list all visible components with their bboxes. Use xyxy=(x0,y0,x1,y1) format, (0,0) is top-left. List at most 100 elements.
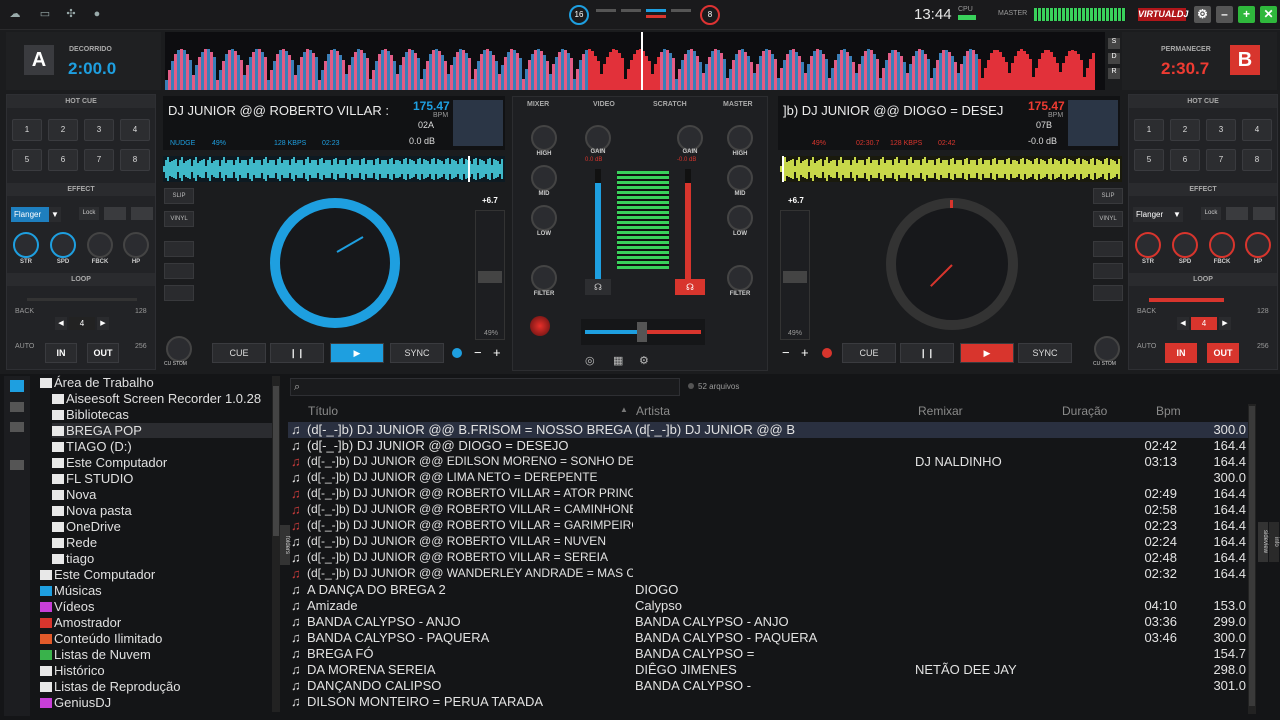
deck-b-fx-knob-spd[interactable] xyxy=(1172,232,1198,258)
rec-button[interactable] xyxy=(530,316,550,336)
deck-b-hotcue-2[interactable]: 2 xyxy=(1170,119,1200,141)
record-icon[interactable]: ● xyxy=(90,8,104,20)
tree-item[interactable]: Rede xyxy=(52,535,97,550)
search-input[interactable] xyxy=(307,379,677,395)
deck-a-hotcue-3[interactable]: 3 xyxy=(84,119,114,141)
tree-item[interactable]: Vídeos xyxy=(40,599,94,614)
deck-b-hotcue-4[interactable]: 4 xyxy=(1242,119,1272,141)
table-row[interactable]: ♫ BANDA CALYPSO - PAQUERA BANDA CALYPSO - … xyxy=(288,630,1250,646)
tree-item[interactable]: BREGA POP xyxy=(52,423,272,438)
deck-a-key[interactable]: 02A xyxy=(418,120,434,130)
table-row[interactable]: ♫ (d[-_-]b) DJ JUNIOR @@ ROBERTO VILLAR =… xyxy=(288,502,1250,518)
deck-b-fx-knob-fbck[interactable] xyxy=(1209,232,1235,258)
tree-item[interactable]: Conteúdo Ilimitado xyxy=(40,631,162,646)
deck-b-jog-wheel[interactable] xyxy=(886,198,1018,330)
deck-a-vinyl-button[interactable]: VINYL xyxy=(164,211,194,227)
tree-item[interactable]: Nova pasta xyxy=(52,503,132,518)
volume-fader-a[interactable] xyxy=(595,169,601,279)
table-row[interactable]: ♫ Amizade Calypso 04:10 153.0 xyxy=(288,598,1250,614)
tree-item[interactable]: FL STUDIO xyxy=(52,471,133,486)
table-row[interactable]: ♫ (d[-_-]b) DJ JUNIOR @@ ROBERTO VILLAR =… xyxy=(288,486,1250,502)
deck-b-fx-slot-2[interactable] xyxy=(1253,207,1275,220)
tree-item[interactable]: Listas de Reprodução xyxy=(40,679,180,694)
mixer-grid-icon[interactable]: ▦ xyxy=(613,354,623,367)
table-row[interactable]: ♫ A DANÇA DO BREGA 2 DIOGO xyxy=(288,582,1250,598)
volume-fader-b[interactable] xyxy=(685,169,691,279)
deck-a-effect-select[interactable]: Flanger xyxy=(11,207,49,222)
deck-left-sync-circle[interactable]: 16 xyxy=(569,5,589,25)
deck-b-play-button[interactable]: ▶ xyxy=(960,343,1014,363)
tree-item[interactable]: Área de Trabalho xyxy=(40,375,154,390)
master-tab[interactable]: MASTER xyxy=(723,97,753,112)
table-row[interactable]: ♫ (d[-_-]b) DJ JUNIOR @@ EDILSON MORENO =… xyxy=(288,454,1250,470)
deck-b-hotcue-8[interactable]: 8 xyxy=(1242,149,1272,171)
table-row[interactable]: ♫ DA MORENA SEREIA DIÊGO JIMENES NETÃO DEE … xyxy=(288,662,1250,678)
deck-a-loop-prev-icon[interactable]: ◀ xyxy=(55,317,67,330)
deck-a-pad-2[interactable] xyxy=(164,263,194,279)
deck-a-loop-out-button[interactable]: OUT xyxy=(87,343,119,363)
track-list[interactable]: ♫ (d[-_-]b) DJ JUNIOR @@ B.FRISOM = NOSSO… xyxy=(288,402,1256,720)
deck-b-pad-2[interactable] xyxy=(1093,263,1123,279)
filter-b-knob[interactable] xyxy=(727,265,753,291)
deck-b-hotcue-5[interactable]: 5 xyxy=(1134,149,1164,171)
deck-a-scrolling-waveform[interactable] xyxy=(163,156,505,182)
deck-a-sync-button[interactable]: SYNC xyxy=(390,343,444,363)
deck-a-letter[interactable]: A xyxy=(24,45,54,75)
deck-a-jog-wheel[interactable] xyxy=(270,198,400,328)
video-tab[interactable]: VIDEO xyxy=(593,97,615,112)
deck-b-hotcue-3[interactable]: 3 xyxy=(1206,119,1236,141)
deck-a-fx-knob-str[interactable] xyxy=(13,232,39,258)
deck-b-custom-knob[interactable] xyxy=(1094,336,1120,362)
close-icon[interactable]: ✕ xyxy=(1260,6,1277,23)
deck-a-hotcue-6[interactable]: 6 xyxy=(48,149,78,171)
deck-a-time[interactable]: 2:00.0 xyxy=(68,59,116,79)
waveform-overview[interactable] xyxy=(165,32,1105,90)
deck-a-play-button[interactable]: ▶ xyxy=(330,343,384,363)
sideview-tab[interactable]: sideview xyxy=(1258,522,1268,562)
deck-b-slip-button[interactable]: SLIP xyxy=(1093,188,1123,204)
tree-item[interactable]: Amostrador xyxy=(40,615,121,630)
deck-b-fx-slot-1[interactable] xyxy=(1226,207,1248,220)
table-row[interactable]: ♫ (d[-_-]b) DJ JUNIOR @@ LIMA NETO = DERE… xyxy=(288,470,1250,486)
deck-a-lock-button[interactable]: Lock xyxy=(79,207,99,220)
deck-b-bpm[interactable]: 175.47 xyxy=(1028,99,1065,113)
deck-b-pad-1[interactable] xyxy=(1093,241,1123,257)
tree-item[interactable]: Nova xyxy=(52,487,96,502)
deck-a-fx-knob-spd[interactable] xyxy=(50,232,76,258)
table-row[interactable]: ♫ (d[-_-]b) DJ JUNIOR @@ ROBERTO VILLAR =… xyxy=(288,550,1250,566)
eq-a-low-knob[interactable] xyxy=(531,205,557,231)
deck-a-fx-knob-hp[interactable] xyxy=(123,232,149,258)
deck-a-hotcue-4[interactable]: 4 xyxy=(120,119,150,141)
deck-a-cue-button[interactable]: CUE xyxy=(212,343,266,363)
search-box[interactable]: ⌕ xyxy=(290,378,680,396)
tree-item[interactable]: Aiseesoft Screen Recorder 1.0.28 xyxy=(52,391,261,406)
network-icon[interactable]: ✣ xyxy=(64,8,78,20)
deck-b-time[interactable]: 2:30.7 xyxy=(1161,59,1209,79)
tree-scrollbar[interactable] xyxy=(272,376,280,712)
deck-b-hotcue-6[interactable]: 6 xyxy=(1170,149,1200,171)
deck-b-effect-select[interactable]: Flanger xyxy=(1133,207,1171,222)
deck-b-fx-knob-str[interactable] xyxy=(1135,232,1161,258)
mixer-rec-icon[interactable]: ◎ xyxy=(585,354,595,367)
deck-b-letter[interactable]: B xyxy=(1230,45,1260,75)
deck-b-effect-dropdown-icon[interactable]: ▼ xyxy=(1171,207,1183,222)
deck-a-hotcue-5[interactable]: 5 xyxy=(12,149,42,171)
deck-a-slip-button[interactable]: SLIP xyxy=(164,188,194,204)
deck-a-loop-in-button[interactable]: IN xyxy=(45,343,77,363)
table-row[interactable]: ♫ DANÇANDO CALIPSO BANDA CALYPSO - 301.0 xyxy=(288,678,1250,694)
deck-b-pad-3[interactable] xyxy=(1093,285,1123,301)
gain-a-knob[interactable] xyxy=(585,125,611,151)
tree-item[interactable]: OneDrive xyxy=(52,519,121,534)
maximize-icon[interactable]: + xyxy=(1238,6,1255,23)
deck-a-hotcue-1[interactable]: 1 xyxy=(12,119,42,141)
info-tab[interactable]: info xyxy=(1269,522,1279,562)
deck-a-hotcue-7[interactable]: 7 xyxy=(84,149,114,171)
deck-a-fx-slot-1[interactable] xyxy=(104,207,126,220)
settings-icon[interactable]: ⚙ xyxy=(1194,6,1211,23)
eq-a-mid-knob[interactable] xyxy=(531,165,557,191)
deck-b-loop-next-icon[interactable]: ▶ xyxy=(1219,317,1231,330)
table-row[interactable]: ♫ (d[-_-]b) DJ JUNIOR @@ DIOGO = DESEJO 02… xyxy=(288,438,1250,454)
deck-a-pitch-plus-icon[interactable]: + xyxy=(493,345,501,360)
deck-a-hotcue-2[interactable]: 2 xyxy=(48,119,78,141)
folder-tree[interactable]: Área de Trabalho Aiseesoft Screen Recorde… xyxy=(32,374,277,714)
